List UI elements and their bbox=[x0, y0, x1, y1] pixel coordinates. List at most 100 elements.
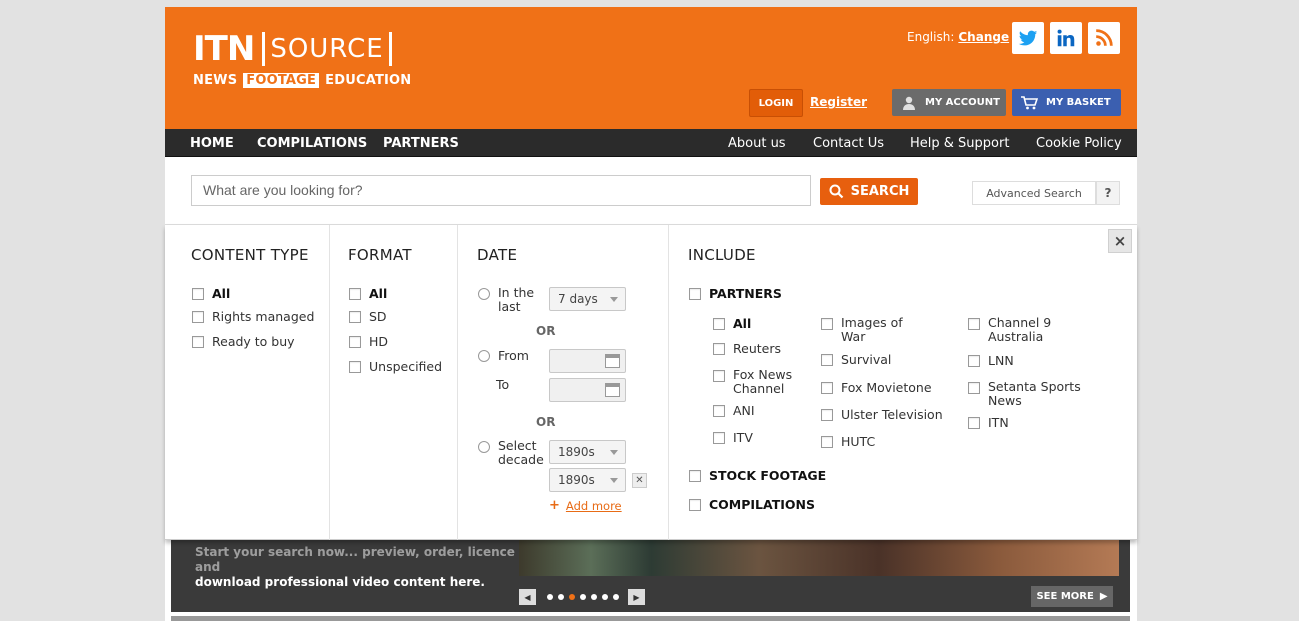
checkbox[interactable] bbox=[968, 355, 980, 367]
register-link[interactable]: Register bbox=[810, 95, 867, 109]
carousel-dot[interactable] bbox=[613, 594, 619, 600]
checkbox[interactable] bbox=[821, 409, 833, 421]
partner-ani[interactable]: ANI bbox=[713, 403, 755, 418]
checkbox[interactable] bbox=[821, 354, 833, 366]
radio-button[interactable] bbox=[478, 288, 490, 300]
checkbox[interactable] bbox=[821, 318, 833, 330]
checkbox[interactable] bbox=[192, 311, 204, 323]
calendar-icon[interactable] bbox=[605, 383, 620, 397]
format-all[interactable]: All bbox=[349, 286, 387, 301]
rss-icon[interactable] bbox=[1088, 22, 1120, 54]
twitter-icon[interactable] bbox=[1012, 22, 1044, 54]
linkedin-icon[interactable] bbox=[1050, 22, 1082, 54]
checkbox[interactable] bbox=[968, 318, 980, 330]
checkbox[interactable] bbox=[192, 336, 204, 348]
decade-select-2[interactable]: 1890s bbox=[549, 468, 626, 492]
itn-source-logo[interactable]: ITN SOURCE NEWS FOOTAGE EDUCATION bbox=[193, 31, 411, 88]
partner-reuters[interactable]: Reuters bbox=[713, 341, 781, 356]
content-type-all[interactable]: All bbox=[192, 286, 230, 301]
carousel-dot[interactable] bbox=[602, 594, 608, 600]
checkbox[interactable] bbox=[192, 288, 204, 300]
calendar-icon[interactable] bbox=[605, 354, 620, 368]
checkbox[interactable] bbox=[713, 370, 725, 382]
partner-channel-9-australia[interactable]: Channel 9 Australia bbox=[968, 316, 1051, 344]
nav-help-support[interactable]: Help & Support bbox=[910, 136, 1009, 151]
carousel-next-button[interactable]: ▶ bbox=[628, 589, 645, 605]
checkbox[interactable] bbox=[689, 470, 701, 482]
partner-setanta-sports-news[interactable]: Setanta Sports News bbox=[968, 380, 1081, 408]
nav-contact-us[interactable]: Contact Us bbox=[813, 136, 884, 151]
see-more-button[interactable]: SEE MORE ▶ bbox=[1031, 586, 1113, 607]
close-filters-button[interactable]: × bbox=[1108, 229, 1132, 253]
partner-fox-news-channel[interactable]: Fox News Channel bbox=[713, 368, 792, 396]
nav-compilations[interactable]: COMPILATIONS bbox=[257, 136, 367, 151]
partner-itv[interactable]: ITV bbox=[713, 430, 753, 445]
include-compilations[interactable]: COMPILATIONS bbox=[689, 497, 815, 512]
add-more-link[interactable]: + Add more bbox=[549, 498, 622, 513]
content-type-ready-to-buy[interactable]: Ready to buy bbox=[192, 334, 295, 349]
partner-hutc[interactable]: HUTC bbox=[821, 434, 875, 449]
content-type-rights-managed[interactable]: Rights managed bbox=[192, 309, 314, 324]
checkbox[interactable] bbox=[689, 288, 701, 300]
partner-survival[interactable]: Survival bbox=[821, 352, 891, 367]
checkbox[interactable] bbox=[968, 382, 980, 394]
checkbox[interactable] bbox=[349, 288, 361, 300]
nav-home[interactable]: HOME bbox=[190, 136, 234, 151]
carousel-dot[interactable] bbox=[547, 594, 553, 600]
partner-all[interactable]: All bbox=[713, 316, 751, 331]
my-account-button[interactable]: MY ACCOUNT bbox=[892, 89, 1006, 116]
date-in-the-last-option[interactable]: In the last bbox=[478, 286, 534, 314]
carousel-dot[interactable] bbox=[580, 594, 586, 600]
label-line-1: Images of bbox=[841, 315, 903, 330]
in-the-last-select[interactable]: 7 days bbox=[549, 287, 626, 311]
format-sd[interactable]: SD bbox=[349, 309, 387, 324]
checkbox[interactable] bbox=[713, 432, 725, 444]
checkbox[interactable] bbox=[821, 382, 833, 394]
nav-partners[interactable]: PARTNERS bbox=[383, 136, 459, 151]
search-input[interactable]: What are you looking for? bbox=[191, 175, 811, 206]
format-hd[interactable]: HD bbox=[349, 334, 388, 349]
checkbox[interactable] bbox=[713, 405, 725, 417]
partner-lnn[interactable]: LNN bbox=[968, 353, 1014, 368]
include-partners[interactable]: PARTNERS bbox=[689, 286, 782, 301]
carousel-dot[interactable] bbox=[558, 594, 564, 600]
hero-text-line-2: download professional video content here… bbox=[195, 575, 485, 589]
carousel-dot-active[interactable] bbox=[569, 594, 575, 600]
partner-fox-movietone[interactable]: Fox Movietone bbox=[821, 380, 932, 395]
checkbox[interactable] bbox=[968, 417, 980, 429]
to-date-input[interactable] bbox=[549, 378, 626, 402]
language-change-link[interactable]: Change bbox=[958, 30, 1009, 44]
partner-ulster-television[interactable]: Ulster Television bbox=[821, 407, 943, 422]
radio-button[interactable] bbox=[478, 350, 490, 362]
carousel-prev-button[interactable]: ◀ bbox=[519, 589, 536, 605]
checkbox[interactable] bbox=[349, 336, 361, 348]
partner-images-of-war[interactable]: Images of War bbox=[821, 316, 903, 344]
checkbox[interactable] bbox=[689, 499, 701, 511]
radio-label: In the last bbox=[498, 286, 534, 314]
logo-source: SOURCE bbox=[262, 32, 392, 66]
label-line-2: News bbox=[988, 393, 1022, 408]
checkbox[interactable] bbox=[349, 361, 361, 373]
checkbox[interactable] bbox=[713, 318, 725, 330]
include-stock-footage[interactable]: STOCK FOOTAGE bbox=[689, 468, 826, 483]
date-from-option[interactable]: From bbox=[478, 348, 529, 363]
my-basket-button[interactable]: MY BASKET bbox=[1012, 89, 1121, 116]
nav-cookie-policy[interactable]: Cookie Policy bbox=[1036, 136, 1122, 151]
search-help-button[interactable]: ? bbox=[1096, 181, 1120, 205]
decade-select-1[interactable]: 1890s bbox=[549, 440, 626, 464]
checkbox[interactable] bbox=[713, 343, 725, 355]
radio-button[interactable] bbox=[478, 441, 490, 453]
checkbox-label: SD bbox=[369, 309, 387, 324]
carousel-dot[interactable] bbox=[591, 594, 597, 600]
checkbox[interactable] bbox=[821, 436, 833, 448]
checkbox[interactable] bbox=[349, 311, 361, 323]
advanced-search-button[interactable]: Advanced Search bbox=[972, 181, 1096, 205]
date-select-decade-option[interactable]: Select decade bbox=[478, 439, 544, 467]
remove-decade-button[interactable]: ✕ bbox=[632, 473, 647, 488]
partner-itn[interactable]: ITN bbox=[968, 415, 1009, 430]
nav-about-us[interactable]: About us bbox=[728, 136, 786, 151]
from-date-input[interactable] bbox=[549, 349, 626, 373]
search-button[interactable]: SEARCH bbox=[820, 178, 918, 205]
format-unspecified[interactable]: Unspecified bbox=[349, 359, 442, 374]
login-button[interactable]: LOGIN bbox=[749, 89, 803, 117]
